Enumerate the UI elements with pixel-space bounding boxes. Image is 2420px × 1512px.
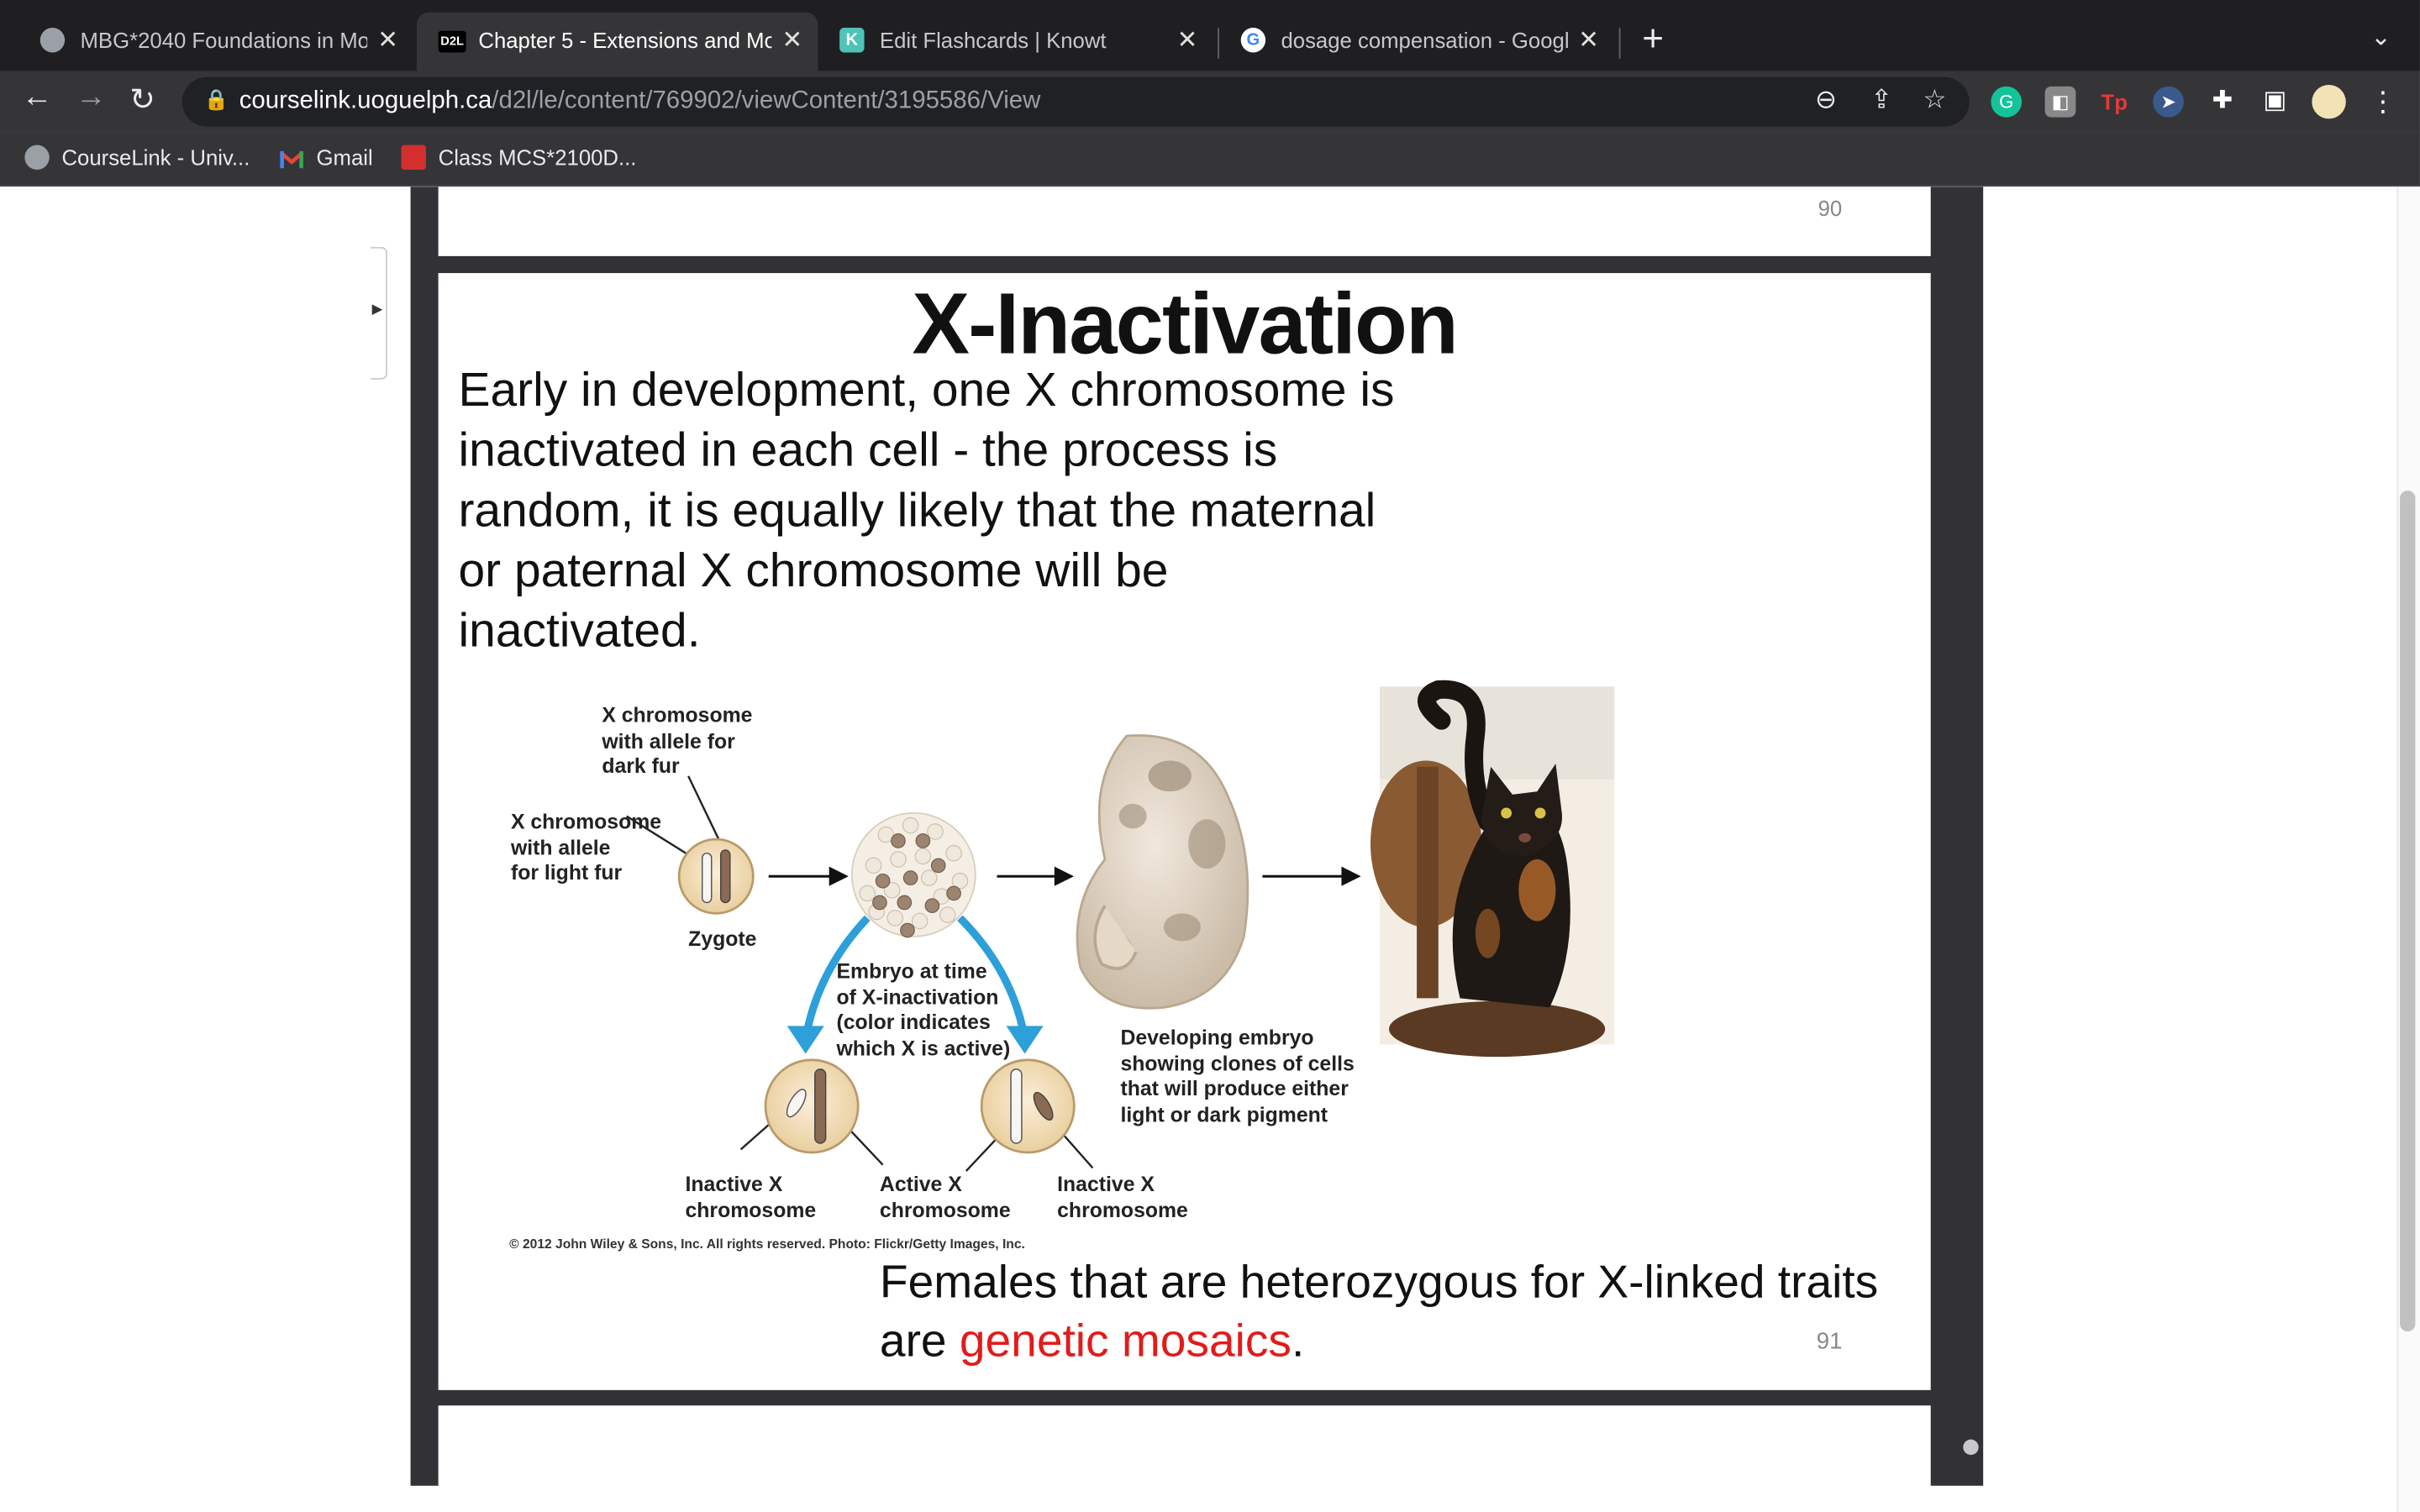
page-content: ▶ 90 X-Inactivation Early in development… — [0, 186, 2420, 1512]
tab-title: Chapter 5 - Extensions and Mo — [478, 28, 772, 53]
d2l-icon: D2L — [438, 30, 466, 53]
url-text[interactable]: courselink.uoguelph.ca/d2l/le/content/76… — [239, 88, 1041, 116]
puzzle-icon[interactable]: ✚ — [2207, 87, 2238, 118]
highlight-genetic-mosaics: genetic mosaics — [959, 1315, 1292, 1368]
new-tab-button[interactable]: + — [1642, 18, 1664, 61]
address-bar[interactable]: 🔒 courselink.uoguelph.ca/d2l/le/content/… — [182, 76, 1970, 127]
tab-google[interactable]: G dosage compensation - Google ✕ — [1219, 13, 1614, 71]
tab-separator — [1618, 28, 1621, 59]
previous-page: 90 — [438, 186, 1931, 256]
tab-title: dosage compensation - Google — [1281, 28, 1569, 53]
tab-knowt[interactable]: K Edit Flashcards | Knowt ✕ — [818, 13, 1213, 71]
close-icon[interactable]: ✕ — [377, 24, 398, 55]
page-number: 90 — [1818, 196, 1843, 221]
viewer-scroll-indicator[interactable] — [1963, 1439, 1979, 1456]
bookmark-class-mcs[interactable]: Class MCS*2100D... — [401, 144, 636, 171]
star-icon[interactable]: ☆ — [1923, 85, 1947, 116]
label-inactive-x-left: Inactive X chromosome — [685, 1172, 817, 1221]
knowt-icon: K — [839, 28, 865, 53]
forward-icon[interactable]: → — [76, 81, 107, 116]
lock-icon: 🔒 — [203, 87, 229, 112]
close-icon[interactable]: ✕ — [1578, 24, 1599, 55]
tab-chapter5[interactable]: D2L Chapter 5 - Extensions and Mo ✕ — [416, 12, 818, 71]
tab-strip: MBG*2040 Foundations in Mol ✕ D2L Chapte… — [0, 0, 2420, 71]
back-icon[interactable]: ← — [22, 81, 53, 116]
share-icon[interactable]: ⇪ — [1870, 85, 1892, 116]
label-embryo-x-inactivation: Embryo at time of X-inactivation (color … — [836, 959, 1011, 1059]
grammarly-icon[interactable]: G — [1991, 86, 2023, 118]
tab-title: Edit Flashcards | Knowt — [879, 28, 1107, 53]
sidebar-toggle[interactable]: ▶ — [370, 246, 388, 380]
avatar[interactable] — [2312, 85, 2346, 119]
close-icon[interactable]: ✕ — [781, 24, 802, 55]
reload-icon[interactable]: ↻ — [129, 81, 155, 119]
label-developing-embryo: Developing embryo showing clones of cell… — [1120, 1026, 1355, 1126]
cell-dark-active — [764, 1058, 860, 1154]
globe-icon — [39, 28, 66, 53]
side-panel-icon[interactable]: ▣ — [2260, 87, 2291, 118]
bookmark-courselink[interactable]: CourseLink - Univ... — [24, 144, 250, 171]
label-active-x: Active X chromosome — [879, 1172, 1011, 1221]
bookmarks-bar: CourseLink - Univ... Gmail Class MCS*210… — [0, 132, 2420, 187]
zoom-icon[interactable]: ⊖ — [1815, 85, 1837, 116]
label-zygote: Zygote — [688, 927, 757, 951]
zygote-cell — [677, 837, 755, 915]
embryo-ball — [850, 812, 976, 938]
gmail-icon — [279, 150, 304, 174]
slide-page: X-Inactivation Early in development, one… — [438, 273, 1931, 1390]
caret-right-icon: ▶ — [371, 301, 383, 317]
google-icon: G — [1240, 28, 1266, 53]
close-icon[interactable]: ✕ — [1177, 24, 1198, 55]
chevron-down-icon[interactable]: ⌄ — [2370, 22, 2391, 53]
mcgraw-hill-icon — [401, 144, 426, 171]
tab-title: MBG*2040 Foundations in Mol — [80, 28, 368, 53]
label-dark-fur-chromosome: X chromosome with allele for dark fur — [602, 703, 753, 778]
figure-copyright: © 2012 John Wiley & Sons, Inc. All right… — [509, 1236, 1025, 1252]
globe-icon — [24, 144, 50, 171]
extension-icon[interactable]: ◧ — [2044, 86, 2076, 118]
label-inactive-x-right: Inactive X chromosome — [1057, 1172, 1188, 1221]
tab-mbg2040[interactable]: MBG*2040 Foundations in Mol ✕ — [18, 13, 413, 71]
page-number: 91 — [1816, 1328, 1843, 1355]
developing-embryo — [1076, 734, 1249, 1010]
browser-toolbar: ← → ↻ 🔒 courselink.uoguelph.ca/d2l/le/co… — [0, 71, 2420, 133]
cursor-extension-icon[interactable]: ➤ — [2153, 86, 2184, 118]
document-viewer: 90 X-Inactivation Early in development, … — [410, 186, 1984, 1499]
tp-extension-icon[interactable]: Tp — [2099, 87, 2130, 118]
scrollbar-thumb[interactable] — [2400, 491, 2416, 1332]
next-page — [438, 1405, 1931, 1499]
slide-footer-text: Females that are heterozygous for X-link… — [879, 1257, 1879, 1368]
bookmark-gmail[interactable]: Gmail — [279, 145, 373, 175]
label-light-fur-chromosome: X chromosome with allele for light fur — [510, 810, 662, 885]
cell-light-active — [980, 1058, 1076, 1154]
tortoiseshell-cat-photo — [1370, 680, 1615, 1058]
menu-icon[interactable]: ⋮ — [2367, 87, 2398, 118]
